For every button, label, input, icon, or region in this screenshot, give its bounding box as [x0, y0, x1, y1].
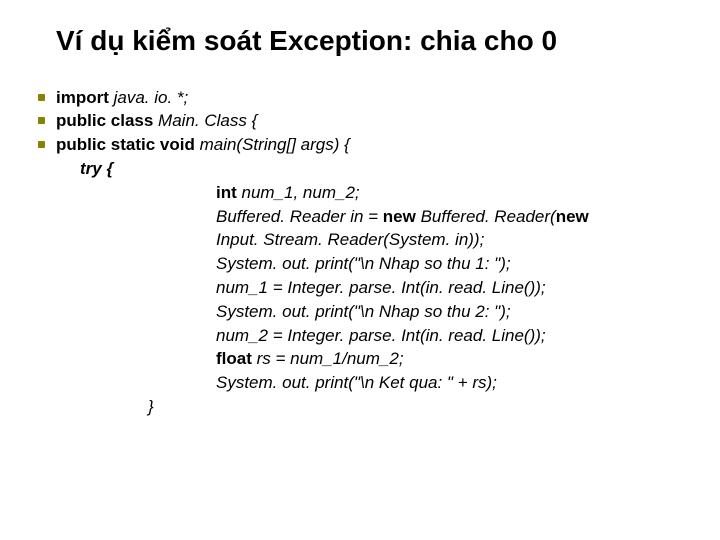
code-line: }: [56, 395, 680, 419]
code-text: System. out. print("\n Nhap so thu 1: ")…: [216, 254, 511, 273]
keyword-new: new: [383, 207, 416, 226]
code-text: java. io. *;: [109, 88, 188, 107]
keyword-import: import: [56, 88, 109, 107]
code-block: import java. io. *; public class Main. C…: [56, 86, 680, 419]
keyword-new: new: [556, 207, 589, 226]
code-text: Buffered. Reader(: [416, 207, 556, 226]
code-line: System. out. print("\n Ket qua: " + rs);: [56, 371, 680, 395]
slide: Ví dụ kiểm soát Exception: chia cho 0 im…: [0, 0, 720, 540]
code-text: rs = num_1/num_2;: [252, 349, 404, 368]
slide-title: Ví dụ kiểm soát Exception: chia cho 0: [56, 24, 680, 58]
code-text: num_2 = Integer. parse. Int(in. read. Li…: [216, 326, 546, 345]
code-text: num_1 = Integer. parse. Int(in. read. Li…: [216, 278, 546, 297]
code-text: Main. Class {: [153, 111, 257, 130]
code-line: public class Main. Class {: [56, 109, 680, 133]
code-text: System. out. print("\n Ket qua: " + rs);: [216, 373, 497, 392]
code-line: Buffered. Reader in = new Buffered. Read…: [56, 205, 680, 229]
keyword-float: float: [216, 349, 252, 368]
code-line: num_2 = Integer. parse. Int(in. read. Li…: [56, 324, 680, 348]
code-text: Buffered. Reader in =: [216, 207, 383, 226]
code-line: float rs = num_1/num_2;: [56, 347, 680, 371]
code-line: int num_1, num_2;: [56, 181, 680, 205]
code-line: import java. io. *;: [56, 86, 680, 110]
keyword-int: int: [216, 183, 237, 202]
code-line: public static void main(String[] args) {: [56, 133, 680, 157]
keyword-try: try {: [80, 159, 113, 178]
code-close-brace: }: [148, 397, 154, 416]
code-text: main(String[] args) {: [195, 135, 350, 154]
code-line: System. out. print("\n Nhap so thu 2: ")…: [56, 300, 680, 324]
keyword-public-class: public class: [56, 111, 153, 130]
code-line: num_1 = Integer. parse. Int(in. read. Li…: [56, 276, 680, 300]
keyword-public-static-void: public static void: [56, 135, 195, 154]
code-line: try {: [56, 157, 680, 181]
code-text: num_1, num_2;: [237, 183, 360, 202]
code-text: System. out. print("\n Nhap so thu 2: ")…: [216, 302, 511, 321]
code-text: Input. Stream. Reader(System. in));: [216, 230, 484, 249]
code-line: Input. Stream. Reader(System. in));: [56, 228, 680, 252]
code-line: System. out. print("\n Nhap so thu 1: ")…: [56, 252, 680, 276]
